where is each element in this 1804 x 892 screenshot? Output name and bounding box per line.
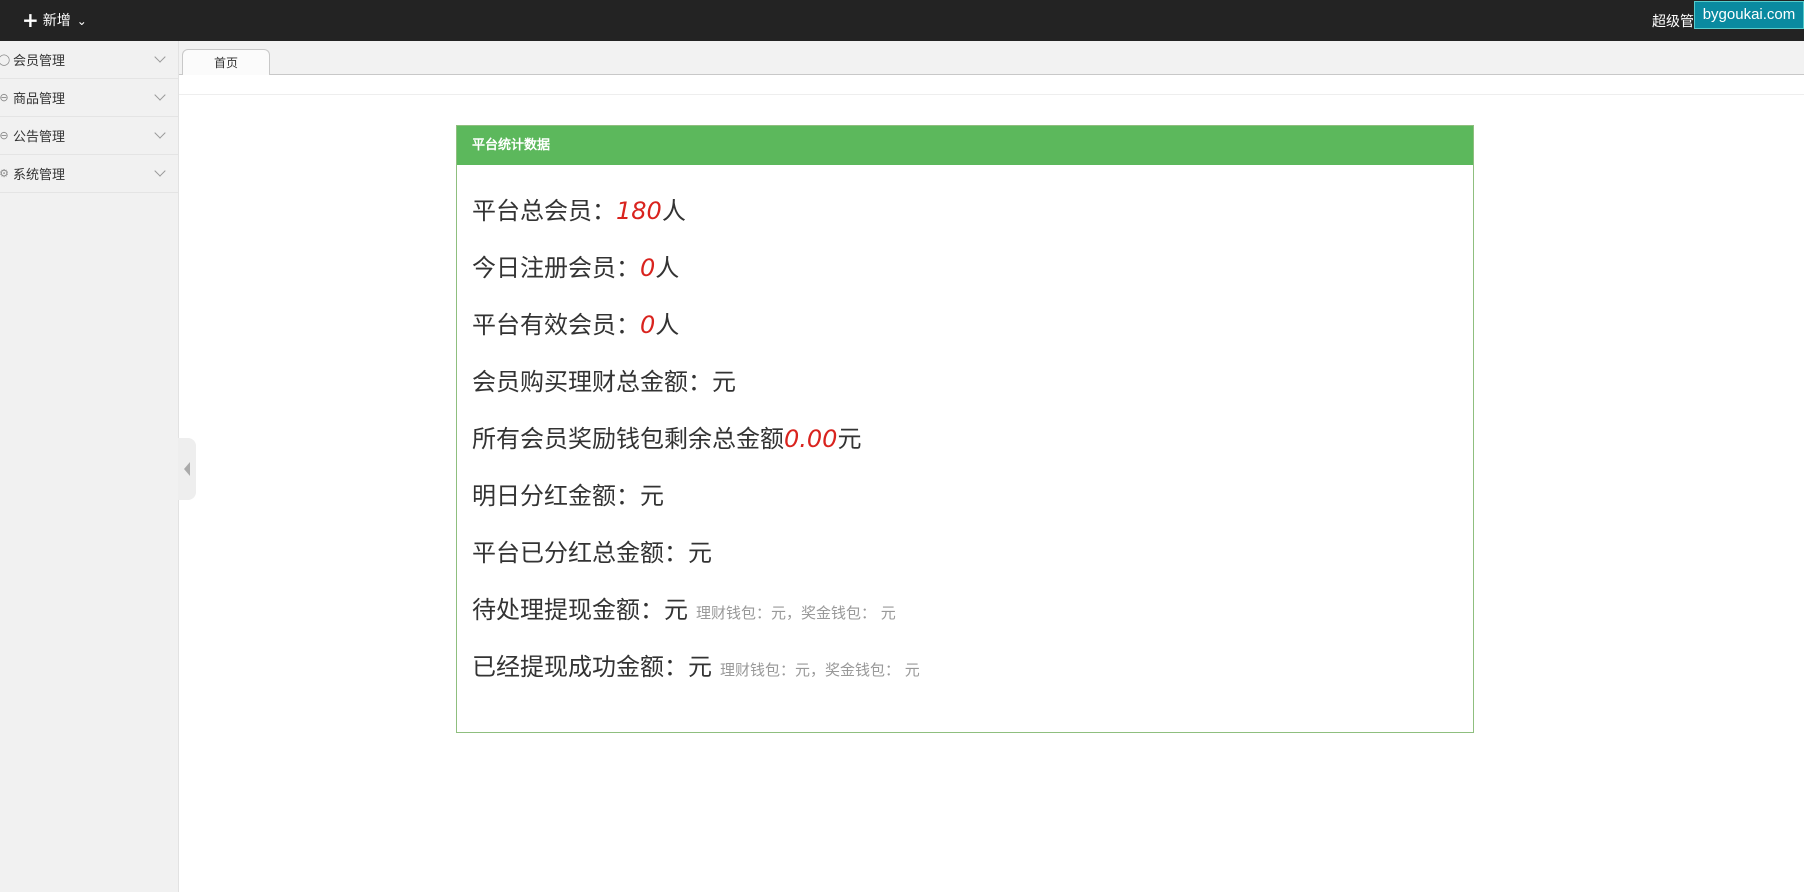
stat-detail: 理财钱包：元，奖金钱包： 元: [696, 604, 896, 622]
sidebar-item-products[interactable]: ⊖ 商品管理: [0, 79, 178, 117]
stat-unit: 元: [688, 653, 712, 681]
stat-value: 0: [640, 254, 656, 282]
stat-unit: 元: [664, 596, 688, 624]
new-button[interactable]: + 新增 ⌄: [22, 9, 87, 31]
stat-active-members: 平台有效会员： 0 人: [457, 305, 1473, 362]
stat-today-registered: 今日注册会员： 0 人: [457, 248, 1473, 305]
stat-unit: 元: [640, 482, 664, 510]
new-button-label: 新增: [42, 13, 71, 29]
stat-unit: 人: [655, 311, 680, 339]
sidebar: ◯ 会员管理 ⊖ 商品管理 ⊖ 公告管理 ⚙ 系统管理: [0, 41, 179, 892]
chevron-down-icon: [154, 127, 166, 139]
top-bar: + 新增 ⌄ 超级管 bygoukai.com: [0, 0, 1804, 41]
stat-completed-withdrawal: 已经提现成功金额： 元 理财钱包：元，奖金钱包： 元: [457, 647, 1473, 704]
gear-icon: ⚙: [0, 167, 9, 180]
stat-value: 0.00: [784, 425, 838, 453]
divider: [179, 94, 1804, 95]
plus-icon: +: [22, 8, 39, 32]
stat-label: 会员购买理财总金额：: [472, 368, 712, 396]
stat-unit: 人: [661, 197, 686, 225]
stat-unit: 人: [655, 254, 680, 282]
user-icon: ◯: [0, 53, 11, 66]
chevron-down-icon: [154, 89, 166, 101]
stat-reward-wallet-balance: 所有会员奖励钱包剩余总金额 0.00 元: [457, 419, 1473, 476]
stat-pending-withdrawal: 待处理提现金额： 元 理财钱包：元，奖金钱包： 元: [457, 590, 1473, 647]
stat-label: 已经提现成功金额：: [472, 653, 688, 681]
stat-detail: 理财钱包：元，奖金钱包： 元: [720, 661, 920, 679]
chevron-down-icon: [154, 165, 166, 177]
stat-value: 180: [616, 197, 662, 225]
stat-list: 平台总会员： 180 人 今日注册会员： 0 人 平台有效会员： 0 人 会员购…: [457, 165, 1473, 704]
sidebar-item-label: 系统管理: [13, 168, 66, 183]
sidebar-item-label: 商品管理: [13, 92, 66, 107]
stat-label: 平台已分红总金额：: [472, 539, 688, 567]
tab-bar: 首页: [179, 41, 1804, 75]
watermark: bygoukai.com: [1694, 1, 1804, 29]
stat-label: 今日注册会员：: [472, 254, 640, 282]
chevron-down-icon: ⌄: [76, 14, 87, 28]
stat-investment-total: 会员购买理财总金额： 元: [457, 362, 1473, 419]
sidebar-item-system[interactable]: ⚙ 系统管理: [0, 155, 178, 193]
chevron-left-icon: [184, 462, 190, 476]
chevron-down-icon: [154, 51, 166, 63]
circle-icon: ⊖: [0, 91, 9, 104]
sidebar-item-label: 公告管理: [13, 130, 66, 145]
stat-value: 0: [640, 311, 656, 339]
stat-unit: 元: [837, 425, 862, 453]
panel-title: 平台统计数据: [457, 126, 1473, 165]
stats-panel: 平台统计数据 平台总会员： 180 人 今日注册会员： 0 人 平台有效会员： …: [456, 125, 1474, 733]
stat-label: 所有会员奖励钱包剩余总金额: [472, 425, 784, 453]
stat-dividend-paid-total: 平台已分红总金额： 元: [457, 533, 1473, 590]
stat-label: 平台有效会员：: [472, 311, 640, 339]
sidebar-item-announcements[interactable]: ⊖ 公告管理: [0, 117, 178, 155]
sidebar-item-label: 会员管理: [13, 54, 66, 69]
stat-total-members: 平台总会员： 180 人: [457, 191, 1473, 248]
stat-label: 平台总会员：: [472, 197, 616, 225]
stat-tomorrow-dividend: 明日分红金额： 元: [457, 476, 1473, 533]
circle-icon: ⊖: [0, 129, 9, 142]
stat-label: 待处理提现金额：: [472, 596, 664, 624]
tab-home[interactable]: 首页: [182, 49, 270, 75]
stat-label: 明日分红金额：: [472, 482, 640, 510]
stat-unit: 元: [712, 368, 736, 396]
sidebar-item-members[interactable]: ◯ 会员管理: [0, 41, 178, 79]
sidebar-collapse-handle[interactable]: [178, 438, 196, 500]
user-menu[interactable]: 超级管: [1652, 11, 1694, 31]
stat-unit: 元: [688, 539, 712, 567]
